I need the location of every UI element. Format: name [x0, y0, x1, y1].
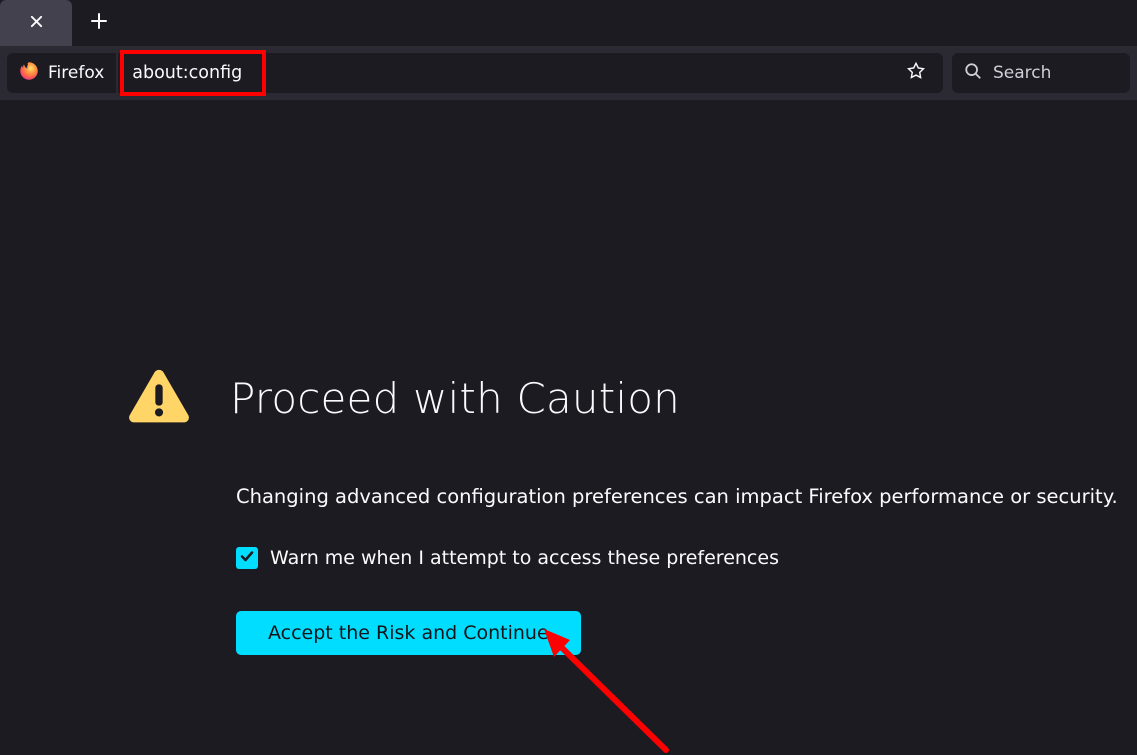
warn-checkbox-label: Warn me when I attempt to access these p…: [270, 547, 779, 569]
warning-description: Changing advanced configuration preferen…: [236, 483, 1137, 510]
search-bar[interactable]: Search: [952, 53, 1130, 93]
tab-bar: [0, 0, 1137, 46]
url-text: about:config: [118, 63, 899, 83]
checkmark-icon: [239, 548, 255, 568]
identity-label: Firefox: [48, 63, 104, 83]
warning-icon: [128, 368, 190, 428]
warning-body: Changing advanced configuration preferen…: [236, 483, 1137, 655]
plus-icon: [90, 12, 108, 34]
bookmark-button[interactable]: [899, 56, 933, 90]
accept-button[interactable]: Accept the Risk and Continue: [236, 611, 581, 655]
identity-box[interactable]: Firefox: [7, 53, 116, 93]
active-tab[interactable]: [0, 0, 72, 46]
search-placeholder: Search: [993, 63, 1051, 83]
url-bar-group: Firefox about:config: [7, 53, 943, 93]
accept-button-label: Accept the Risk and Continue: [268, 622, 549, 644]
nav-toolbar: Firefox about:config Search: [0, 46, 1137, 100]
search-icon: [964, 62, 982, 84]
close-icon[interactable]: [29, 14, 44, 33]
page-title: Proceed with Caution: [230, 374, 680, 423]
warn-checkbox-row[interactable]: Warn me when I attempt to access these p…: [236, 547, 1137, 569]
warn-checkbox[interactable]: [236, 547, 258, 569]
warning-header: Proceed with Caution: [128, 368, 1137, 428]
firefox-icon: [19, 61, 39, 85]
new-tab-button[interactable]: [82, 6, 116, 40]
url-bar[interactable]: about:config: [118, 53, 943, 93]
warning-page: Proceed with Caution Changing advanced c…: [0, 100, 1137, 655]
star-icon: [906, 61, 926, 85]
